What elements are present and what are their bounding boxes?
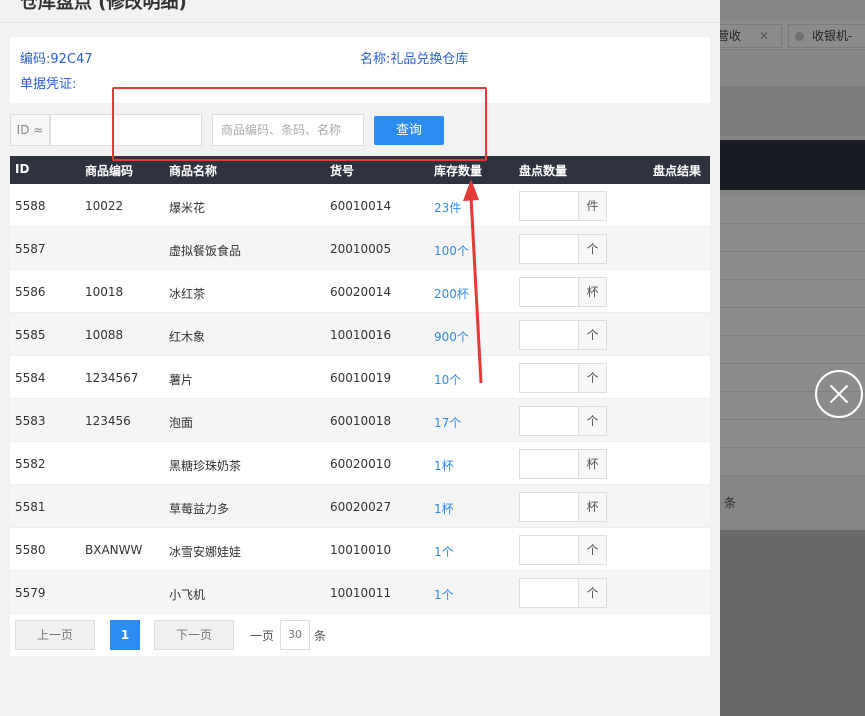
table-row: 5580 BXANWW 冰雪安娜娃娃 10010010 1个 个	[10, 528, 710, 571]
column-header-result: 盘点结果	[653, 164, 702, 178]
cell-sku: 60010014	[330, 199, 392, 213]
count-input[interactable]: 个	[519, 320, 607, 350]
count-input[interactable]: 杯	[519, 277, 607, 307]
unit-label: 个	[578, 321, 606, 349]
cell-id: 5579	[15, 586, 46, 600]
cell-stock[interactable]: 1杯	[434, 457, 454, 474]
unit-label: 杯	[578, 493, 606, 521]
column-header-id: ID	[15, 162, 30, 176]
cell-id: 5583	[15, 414, 46, 428]
cell-name: 薯片	[169, 373, 194, 387]
table-row: 5582 黑糖珍珠奶茶 60020010 1杯 杯	[10, 442, 710, 485]
unit-label: 杯	[578, 278, 606, 306]
cell-name: 虚拟餐饭食品	[169, 244, 242, 258]
cell-sku: 20010005	[330, 242, 392, 256]
divider	[0, 22, 720, 23]
count-input[interactable]: 杯	[519, 492, 607, 522]
table-row: 5584 1234567 薯片 60010019 10个 个	[10, 356, 710, 399]
cell-stock[interactable]: 17个	[434, 414, 461, 431]
cell-code: 10022	[85, 199, 124, 213]
table-row: 5586 10018 冰红茶 60020014 200杯 杯	[10, 270, 710, 313]
table-row: 5583 123456 泡面 60010018 17个 个	[10, 399, 710, 442]
per-page-suffix: 条	[314, 629, 327, 643]
cell-name: 冰红茶	[169, 287, 206, 301]
cell-sku: 60010019	[330, 371, 392, 385]
cell-stock[interactable]: 1个	[434, 586, 454, 603]
count-input[interactable]: 件	[519, 191, 607, 221]
modal-title: 仓库盘点 (修改明细)	[20, 0, 187, 13]
cell-id: 5588	[15, 199, 46, 213]
current-page-button[interactable]: 1	[110, 620, 140, 650]
cell-sku: 60020014	[330, 285, 392, 299]
cell-sku: 10010010	[330, 543, 392, 557]
count-input[interactable]: 个	[519, 535, 607, 565]
cell-id: 5581	[15, 500, 46, 514]
cell-name: 泡面	[169, 416, 194, 430]
close-icon[interactable]	[815, 370, 863, 418]
cell-code: 10018	[85, 285, 124, 299]
cell-name: 爆米花	[169, 201, 206, 215]
cell-id: 5587	[15, 242, 46, 256]
cell-sku: 60010018	[330, 414, 392, 428]
cell-sku: 60020027	[330, 500, 392, 514]
cell-name: 冰雪安娜娃娃	[169, 545, 242, 559]
next-page-button[interactable]: 下一页	[154, 620, 234, 650]
count-input[interactable]: 个	[519, 363, 607, 393]
pagination: 上一页 1 下一页 一页 30 条	[10, 614, 710, 654]
cell-sku: 60020010	[330, 457, 392, 471]
inventory-modal: 仓库盘点 (修改明细) 编码:92C47 名称:礼品兑换仓库 单据凭证: ID …	[0, 0, 720, 716]
cell-code: 10088	[85, 328, 124, 342]
cell-stock[interactable]: 1杯	[434, 500, 454, 517]
table-row: 5581 草莓益力多 60020027 1杯 杯	[10, 485, 710, 528]
cell-name: 小飞机	[169, 588, 206, 602]
table-row: 5585 10088 红木象 10010016 900个 个	[10, 313, 710, 356]
unit-label: 个	[578, 235, 606, 263]
cell-name: 红木象	[169, 330, 206, 344]
column-header-count: 盘点数量	[519, 164, 568, 178]
unit-label: 个	[578, 364, 606, 392]
column-header-code: 商品编码	[85, 164, 134, 178]
cell-stock[interactable]: 1个	[434, 543, 454, 560]
prev-page-button[interactable]: 上一页	[15, 620, 95, 650]
cell-code: 123456	[85, 414, 131, 428]
count-input[interactable]: 个	[519, 234, 607, 264]
cell-sku: 10010011	[330, 586, 392, 600]
count-input[interactable]: 杯	[519, 449, 607, 479]
cell-name: 草莓益力多	[169, 502, 230, 516]
annotation-arrow-icon	[463, 179, 483, 384]
cell-code: 1234567	[85, 371, 139, 385]
warehouse-code: 编码:92C47	[20, 52, 93, 67]
annotation-box	[112, 87, 487, 161]
inventory-table: ID 商品编码 商品名称 货号 库存数量 盘点数量 盘点结果 5588 1002…	[10, 156, 710, 656]
column-header-sku: 货号	[330, 164, 355, 178]
cell-sku: 10010016	[330, 328, 392, 342]
per-page-prefix: 一页	[250, 629, 275, 643]
voucher-label: 单据凭证:	[20, 77, 77, 92]
unit-label: 个	[578, 536, 606, 564]
unit-label: 杯	[578, 450, 606, 478]
table-row: 5588 10022 爆米花 60010014 23件 件	[10, 184, 710, 227]
per-page-input[interactable]: 30	[280, 620, 310, 650]
cell-id: 5584	[15, 371, 46, 385]
table-row: 5579 小飞机 10010011 1个 个	[10, 571, 710, 614]
unit-label: 个	[578, 407, 606, 435]
cell-id: 5582	[15, 457, 46, 471]
cell-code: BXANWW	[85, 543, 143, 557]
cell-name: 黑糖珍珠奶茶	[169, 459, 242, 473]
cell-id: 5580	[15, 543, 46, 557]
id-filter-label: ID ≈	[10, 114, 50, 146]
column-header-name: 商品名称	[169, 164, 218, 178]
unit-label: 件	[578, 192, 606, 220]
count-input[interactable]: 个	[519, 578, 607, 608]
cell-id: 5586	[15, 285, 46, 299]
unit-label: 个	[578, 579, 606, 607]
table-row: 5587 虚拟餐饭食品 20010005 100个 个	[10, 227, 710, 270]
count-input[interactable]: 个	[519, 406, 607, 436]
warehouse-name: 名称:礼品兑换仓库	[360, 52, 469, 67]
cell-id: 5585	[15, 328, 46, 342]
